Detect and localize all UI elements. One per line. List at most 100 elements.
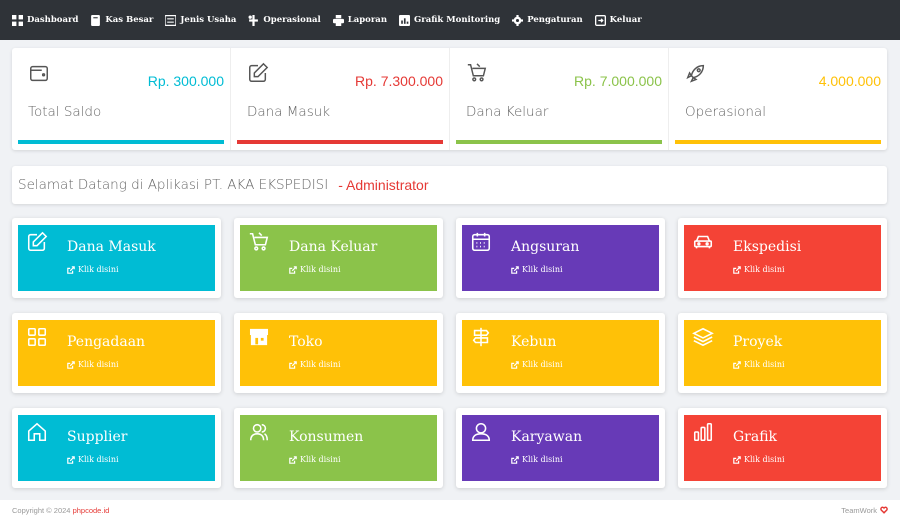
stat-operasional: 4.000.000 Operasional xyxy=(669,48,887,150)
nav-label: Jenis Usaha xyxy=(180,15,237,25)
nav-label: Laporan xyxy=(347,15,387,25)
card-link[interactable]: Klik disini xyxy=(67,265,119,274)
link-label: Klik disini xyxy=(522,455,563,464)
card-dana-masuk[interactable]: Dana Masuk Klik disini xyxy=(12,218,221,298)
nav-jenis-usaha[interactable]: Jenis Usaha xyxy=(165,14,237,26)
nav-operasional[interactable]: Operasional xyxy=(248,14,321,26)
user-role: - Administrator xyxy=(338,177,429,193)
card-link[interactable]: Klik disini xyxy=(733,455,785,464)
card-title: Proyek xyxy=(733,334,783,350)
external-link-icon xyxy=(511,265,519,274)
stat-value: Rp. 300.000 xyxy=(147,73,224,89)
card-link[interactable]: Klik disini xyxy=(67,455,119,464)
link-label: Klik disini xyxy=(78,360,119,369)
nav-label: Kas Besar xyxy=(105,15,154,25)
external-link-icon xyxy=(733,360,741,369)
card-proyek[interactable]: Proyek Klik disini xyxy=(678,313,887,393)
stat-value: 4.000.000 xyxy=(818,73,881,89)
stat-label: Total Saldo xyxy=(28,104,102,120)
link-label: Klik disini xyxy=(300,455,341,464)
heart-icon xyxy=(880,506,888,514)
card-ekspedisi[interactable]: Ekspedisi Klik disini xyxy=(678,218,887,298)
stat-label: Operasional xyxy=(685,104,766,120)
card-grafik[interactable]: Grafik Klik disini xyxy=(678,408,887,488)
logout-icon xyxy=(594,14,606,26)
footer-right: TeamWork xyxy=(841,506,888,515)
stat-label: Dana Keluar xyxy=(466,104,549,120)
users-icon xyxy=(248,421,270,443)
external-link-icon xyxy=(67,265,75,274)
dashboard-icon xyxy=(12,14,23,26)
cart-icon xyxy=(248,231,270,253)
card-link[interactable]: Klik disini xyxy=(289,265,341,274)
card-title: Dana Keluar xyxy=(289,239,378,255)
nav-label: Keluar xyxy=(609,15,642,25)
stat-bar xyxy=(456,140,662,144)
stat-dana-keluar: Rp. 7.000.000 Dana Keluar xyxy=(450,48,669,150)
card-dana-keluar[interactable]: Dana Keluar Klik disini xyxy=(234,218,443,298)
stat-value: Rp. 7.300.000 xyxy=(355,73,443,89)
car-icon xyxy=(692,231,714,253)
gear-icon xyxy=(512,14,524,26)
card-toko[interactable]: Toko Klik disini xyxy=(234,313,443,393)
nav-label: Operasional xyxy=(263,15,321,25)
home-icon xyxy=(26,421,48,443)
card-link[interactable]: Klik disini xyxy=(511,455,563,464)
edit-icon xyxy=(26,231,48,253)
stats-panel: Rp. 300.000 Total Saldo Rp. 7.300.000 Da… xyxy=(12,48,887,150)
card-pengadaan[interactable]: Pengadaan Klik disini xyxy=(12,313,221,393)
calendar-icon xyxy=(470,231,492,253)
card-konsumen[interactable]: Konsumen Klik disini xyxy=(234,408,443,488)
card-title: Toko xyxy=(289,334,323,350)
brand-link[interactable]: phpcode.id xyxy=(73,506,110,515)
link-label: Klik disini xyxy=(78,265,119,274)
grid-icon xyxy=(26,326,48,348)
card-link[interactable]: Klik disini xyxy=(289,360,341,369)
top-navbar: Dashboard Kas Besar Jenis Usaha Operasio… xyxy=(0,0,900,40)
welcome-banner: Selamat Datang di Aplikasi PT. AKA EKSPE… xyxy=(12,166,887,204)
card-link[interactable]: Klik disini xyxy=(67,360,119,369)
link-label: Klik disini xyxy=(78,455,119,464)
book-icon xyxy=(91,14,101,26)
edit-icon xyxy=(247,62,269,84)
card-title: Konsumen xyxy=(289,429,364,445)
card-title: Ekspedisi xyxy=(733,239,802,255)
link-label: Klik disini xyxy=(522,360,563,369)
signpost-icon xyxy=(470,326,492,348)
cart-icon xyxy=(466,62,488,84)
stat-total-saldo: Rp. 300.000 Total Saldo xyxy=(12,48,231,150)
stat-dana-masuk: Rp. 7.300.000 Dana Masuk xyxy=(231,48,450,150)
card-title: Karyawan xyxy=(511,429,583,445)
nav-pengaturan[interactable]: Pengaturan xyxy=(512,14,583,26)
card-title: Supplier xyxy=(67,429,128,445)
nav-laporan[interactable]: Laporan xyxy=(332,14,387,26)
nav-kas-besar[interactable]: Kas Besar xyxy=(90,14,154,26)
nav-dashboard[interactable]: Dashboard xyxy=(12,14,78,26)
external-link-icon xyxy=(67,455,75,464)
card-supplier[interactable]: Supplier Klik disini xyxy=(12,408,221,488)
link-label: Klik disini xyxy=(522,265,563,274)
card-kebun[interactable]: Kebun Klik disini xyxy=(456,313,665,393)
external-link-icon xyxy=(289,360,297,369)
card-title: Kebun xyxy=(511,334,557,350)
nav-label: Pengaturan xyxy=(527,15,583,25)
print-icon xyxy=(332,14,344,26)
card-link[interactable]: Klik disini xyxy=(511,360,563,369)
external-link-icon xyxy=(733,265,741,274)
nav-grafik-monitoring[interactable]: Grafik Monitoring xyxy=(399,14,500,26)
nav-keluar[interactable]: Keluar xyxy=(594,14,642,26)
card-link[interactable]: Klik disini xyxy=(289,455,341,464)
card-angsuran[interactable]: Angsuran Klik disini xyxy=(456,218,665,298)
card-link[interactable]: Klik disini xyxy=(733,265,785,274)
card-karyawan[interactable]: Karyawan Klik disini xyxy=(456,408,665,488)
stat-bar xyxy=(18,140,224,144)
teamwork-text: TeamWork xyxy=(841,505,877,515)
chart-icon xyxy=(399,14,410,26)
link-label: Klik disini xyxy=(744,455,785,464)
card-link[interactable]: Klik disini xyxy=(511,265,563,274)
wallet-icon xyxy=(28,62,50,84)
stat-bar xyxy=(237,140,443,144)
external-link-icon xyxy=(289,265,297,274)
card-title: Angsuran xyxy=(511,239,580,255)
card-link[interactable]: Klik disini xyxy=(733,360,785,369)
